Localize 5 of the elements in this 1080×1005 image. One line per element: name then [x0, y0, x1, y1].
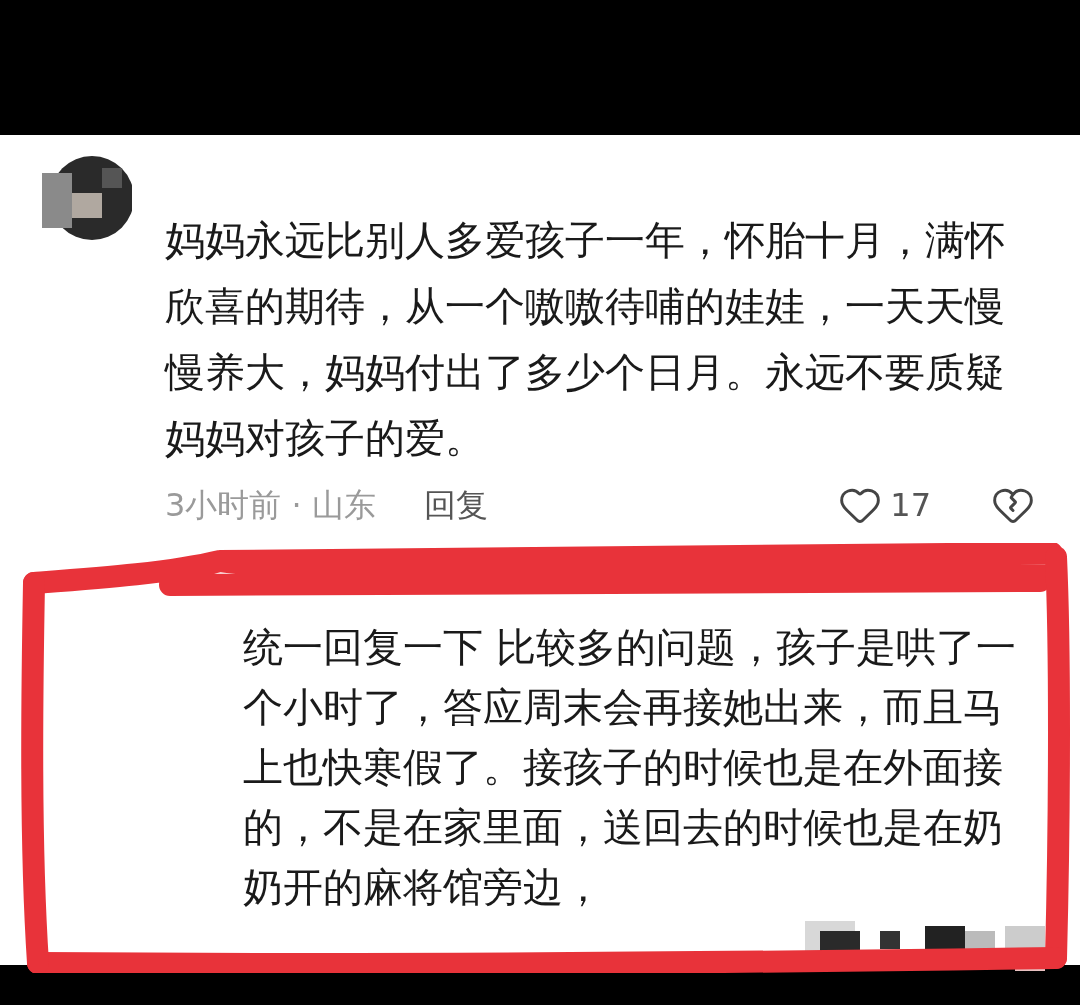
reply-text: 统一回复一下 比较多的问题，孩子是哄了一个小时了，答应周末会再接她出来，而且马上也快寒假了。接孩子的时候也是在外面接的，不是在家里面，送回去的时候也是在奶奶开的麻将馆旁边， — [243, 623, 1017, 912]
like-count: 17 — [890, 485, 931, 526]
comment-meta: 3小时前 · 山东 — [165, 485, 376, 526]
comment-text: 妈妈永远比别人多爱孩子一年，怀胎十月，满怀欣喜的期待，从一个嗷嗷待哺的娃娃，一天天慢慢养大，妈妈付出了多少个日月。永远不要质疑妈妈对孩子的爱。 — [165, 216, 1006, 463]
reply-link[interactable]: 回复 — [423, 481, 488, 529]
